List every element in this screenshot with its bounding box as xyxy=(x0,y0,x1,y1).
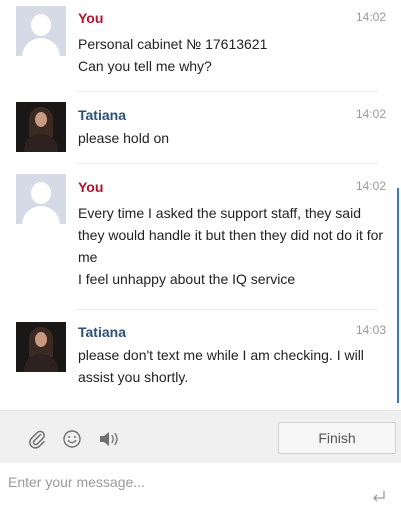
message-line: Personal cabinet № 17613621 xyxy=(78,36,268,52)
attachment-icon[interactable] xyxy=(26,429,48,449)
message-author: You xyxy=(78,179,104,195)
message-input-area xyxy=(0,463,401,518)
message-author: Tatiana xyxy=(78,324,126,340)
message-line: I feel unhappy about the IQ service xyxy=(78,271,296,287)
message-author: You xyxy=(78,10,104,26)
message-time: 14:02 xyxy=(355,10,386,24)
message-time: 14:03 xyxy=(355,323,386,337)
operator-avatar xyxy=(16,322,66,372)
chat-window: You 14:02 Personal cabinet № 17613621 Ca… xyxy=(0,0,401,518)
message-item: Tatiana 14:03 please don't text me while… xyxy=(0,310,396,410)
message-input[interactable] xyxy=(8,469,368,495)
enter-icon[interactable] xyxy=(368,487,390,507)
finish-button[interactable]: Finish xyxy=(278,422,396,454)
message-item: You 14:02 Personal cabinet № 17613621 Ca… xyxy=(0,0,396,92)
message-line: please hold on xyxy=(78,130,170,146)
message-text: Every time I asked the support staff, th… xyxy=(78,202,388,290)
message-text: Personal cabinet № 17613621 Can you tell… xyxy=(78,33,388,77)
message-item: You 14:02 Every time I asked the support… xyxy=(0,164,396,310)
message-list[interactable]: You 14:02 Personal cabinet № 17613621 Ca… xyxy=(0,0,401,410)
emoji-icon[interactable] xyxy=(61,429,83,449)
chat-toolbar: Finish xyxy=(0,410,401,463)
message-line: please don't text me while I am checking… xyxy=(78,347,364,385)
message-time: 14:02 xyxy=(355,107,386,121)
message-line: Every time I asked the support staff, th… xyxy=(78,205,384,265)
operator-avatar xyxy=(16,102,66,152)
message-time: 14:02 xyxy=(355,179,386,193)
message-text: please hold on xyxy=(78,127,388,149)
sound-icon[interactable] xyxy=(98,429,124,449)
message-item: Tatiana 14:02 please hold on xyxy=(0,92,396,164)
message-author: Tatiana xyxy=(78,107,126,123)
user-avatar xyxy=(16,6,66,56)
scrollbar[interactable] xyxy=(397,188,399,403)
message-text: please don't text me while I am checking… xyxy=(78,344,388,388)
user-avatar xyxy=(16,174,66,224)
message-line: Can you tell me why? xyxy=(78,58,212,74)
